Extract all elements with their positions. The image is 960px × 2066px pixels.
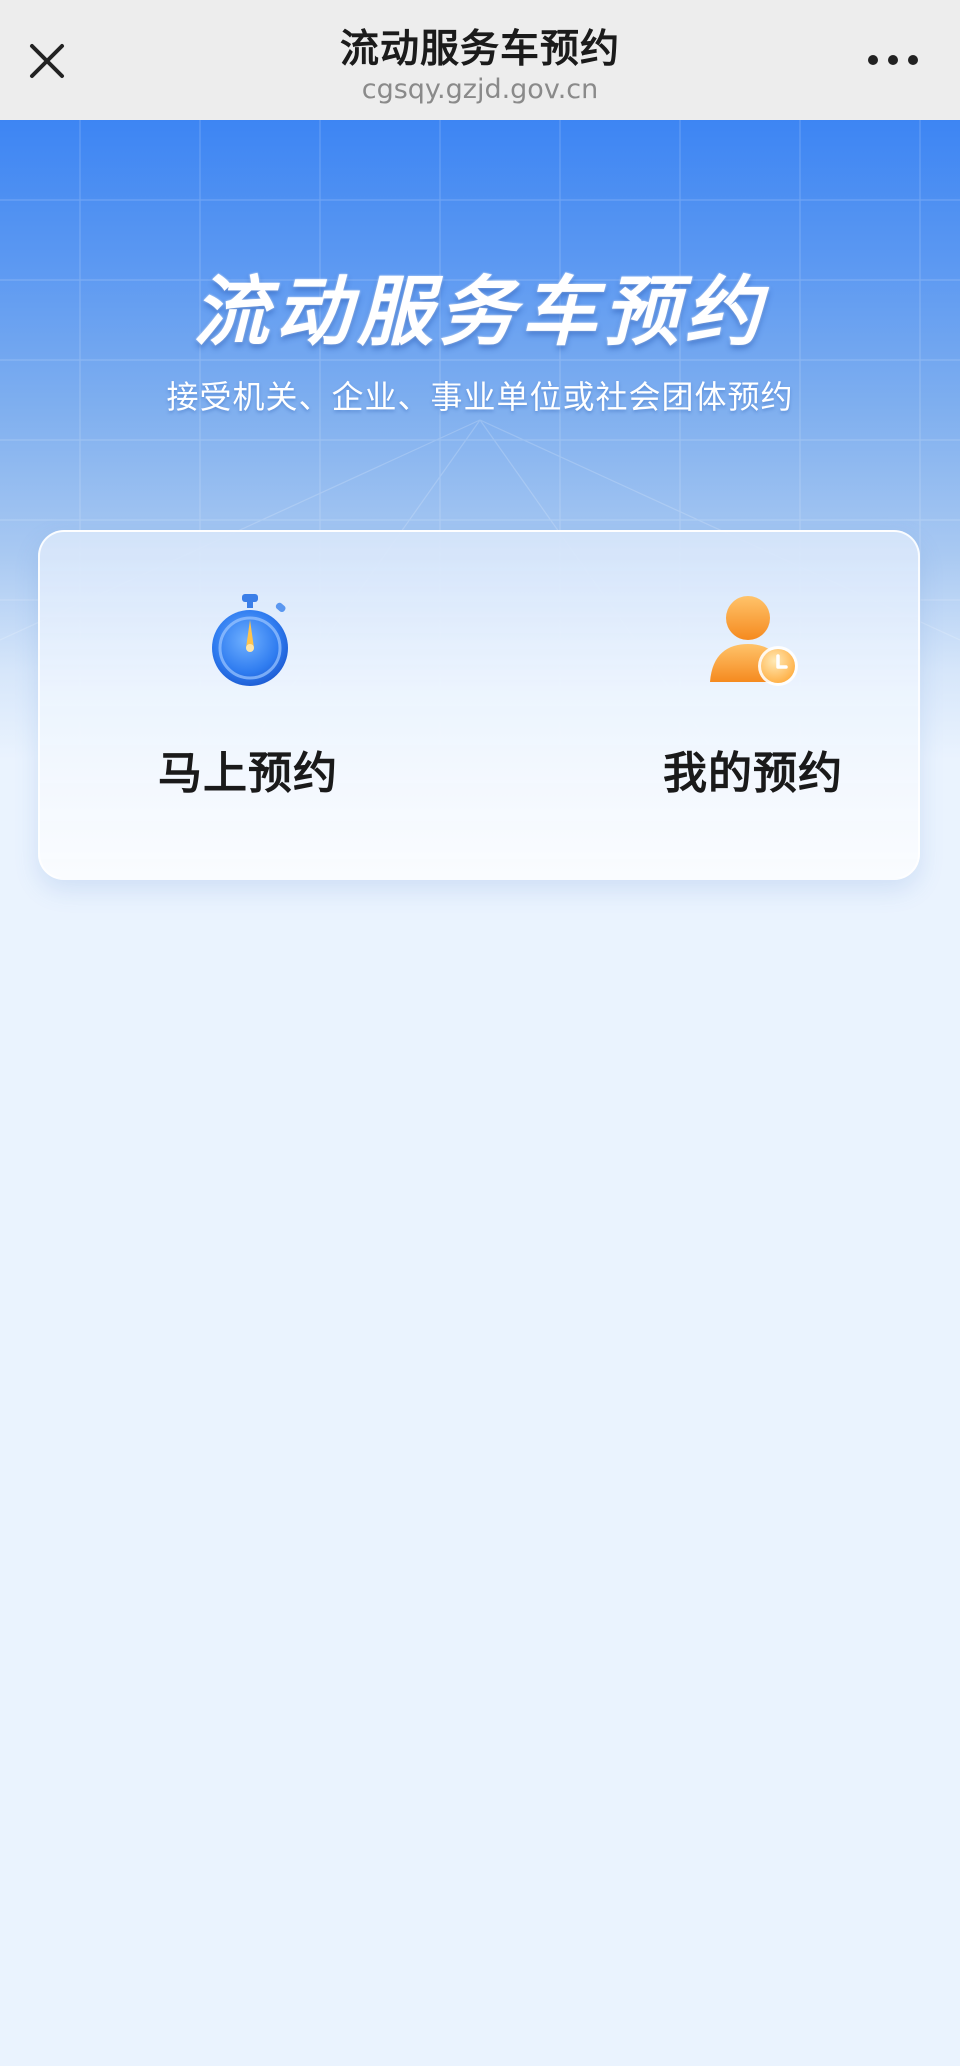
book-now-label: 马上预约 bbox=[158, 748, 338, 799]
top-navigation-bar: 流动服务车预约 cgsqy.gzjd.gov.cn bbox=[0, 0, 960, 120]
hero-subtitle: 接受机关、企业、事业单位或社会团体预约 bbox=[166, 378, 794, 416]
action-card: 马上预约 我的预约 bbox=[38, 530, 920, 880]
more-icon[interactable] bbox=[864, 42, 922, 78]
stopwatch-icon bbox=[212, 594, 288, 686]
user-clock-icon bbox=[710, 596, 798, 686]
my-bookings-label: 我的预约 bbox=[663, 748, 843, 799]
book-now-button[interactable]: 马上预约 bbox=[40, 532, 481, 882]
hero-title: 流动服务车预约 bbox=[193, 267, 767, 356]
page-url: cgsqy.gzjd.gov.cn bbox=[361, 74, 599, 105]
my-bookings-button[interactable]: 我的预约 bbox=[481, 532, 922, 882]
page-title: 流动服务车预约 bbox=[339, 27, 620, 72]
more-options-button[interactable] bbox=[864, 42, 922, 78]
